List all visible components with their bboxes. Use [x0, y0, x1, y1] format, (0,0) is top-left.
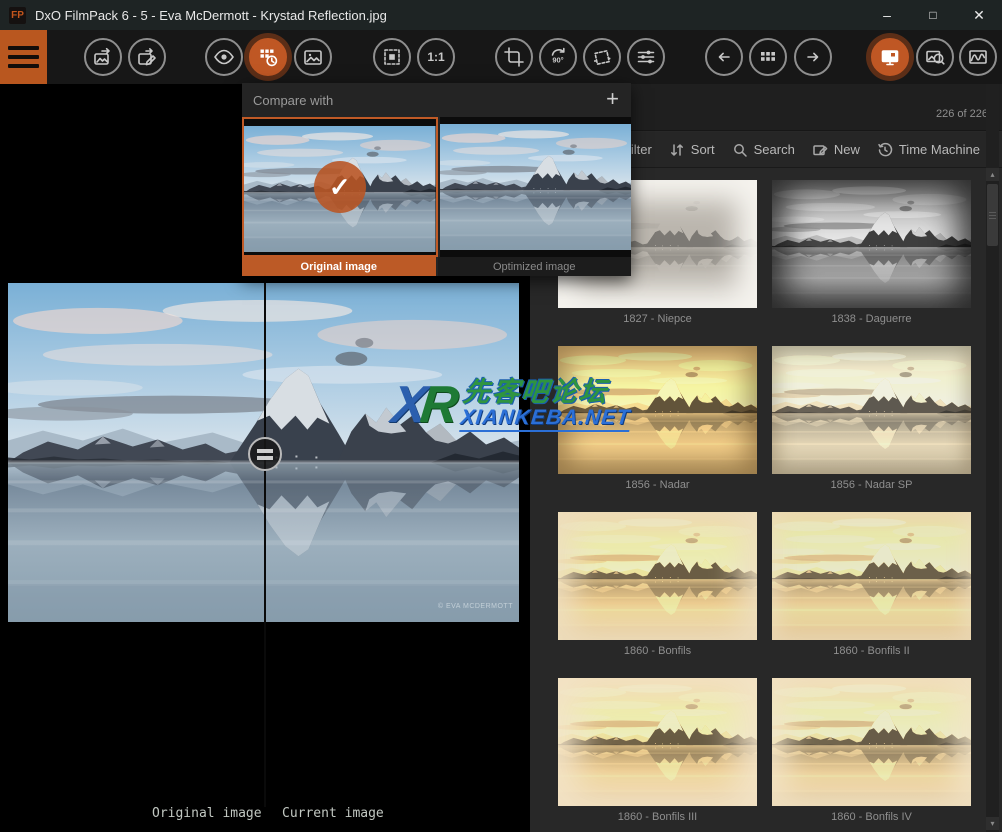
- select-area-icon: [380, 45, 404, 69]
- compare-button[interactable]: [249, 38, 287, 76]
- app-logo-icon: FP: [9, 7, 26, 24]
- preset-label: 1860 - Bonfils: [558, 645, 757, 657]
- main-toolbar: 1:1 90°: [0, 30, 1002, 84]
- sliders-icon: [634, 45, 658, 69]
- title-bar[interactable]: FP DxO FilmPack 6 - 5 - Eva McDermott - …: [0, 0, 1002, 30]
- add-compare-button[interactable]: +: [606, 86, 619, 112]
- app-window: FP DxO FilmPack 6 - 5 - Eva McDermott - …: [0, 0, 1002, 832]
- export-edit-icon: [135, 45, 159, 69]
- browser-scrollbar[interactable]: ▴ ▾: [986, 84, 999, 832]
- rotate-button[interactable]: 90°: [539, 38, 577, 76]
- scrollbar-thumb[interactable]: [987, 184, 998, 246]
- compare-item-optimized[interactable]: [440, 117, 632, 257]
- crop-icon: [502, 45, 526, 69]
- original-image-label: Original image: [152, 806, 262, 821]
- adjustments-button[interactable]: [627, 38, 665, 76]
- time-machine-icon: [877, 142, 893, 158]
- current-image-label: Current image: [282, 806, 384, 821]
- preset-label: 1856 - Nadar: [558, 479, 757, 491]
- browse-grid-button[interactable]: [749, 38, 787, 76]
- preset-item[interactable]: 1860 - Bonfils: [558, 512, 757, 657]
- image-magnifier-icon: [923, 45, 947, 69]
- minimize-button[interactable]: –: [864, 0, 910, 30]
- sort-button[interactable]: Sort: [669, 142, 715, 158]
- time-machine-button[interactable]: Time Machine: [877, 142, 980, 158]
- svg-text:90°: 90°: [552, 56, 563, 65]
- export-button[interactable]: [84, 38, 122, 76]
- show-image-button[interactable]: [294, 38, 332, 76]
- grid-icon: [756, 45, 780, 69]
- preset-item[interactable]: 1860 - Bonfils III: [558, 678, 757, 823]
- compare-history-icon: [256, 45, 280, 69]
- compare-panel-title: Compare with: [253, 93, 333, 108]
- fit-view-button[interactable]: [373, 38, 411, 76]
- compare-item-original[interactable]: ✓: [242, 117, 438, 257]
- maximize-button[interactable]: □: [910, 0, 956, 30]
- preset-item[interactable]: 1856 - Nadar SP: [772, 346, 971, 491]
- display-mode-button[interactable]: [871, 38, 909, 76]
- split-handle[interactable]: [248, 437, 282, 471]
- perspective-button[interactable]: [583, 38, 621, 76]
- next-image-button[interactable]: [794, 38, 832, 76]
- photo-copyright: © EVA MCDERMOTT: [438, 603, 513, 610]
- scroll-down-icon[interactable]: ▾: [986, 817, 999, 830]
- preview-button[interactable]: [205, 38, 243, 76]
- zoom-1to1-button[interactable]: 1:1: [417, 38, 455, 76]
- new-preset-button[interactable]: New: [812, 142, 860, 158]
- curve-icon: [966, 45, 990, 69]
- close-button[interactable]: ✕: [956, 0, 1002, 30]
- loupe-button[interactable]: [916, 38, 954, 76]
- export-edit-button[interactable]: [128, 38, 166, 76]
- preset-label: 1856 - Nadar SP: [772, 479, 971, 491]
- perspective-icon: [590, 45, 614, 69]
- preset-label: 1860 - Bonfils IV: [772, 811, 971, 823]
- image-icon: [301, 45, 325, 69]
- histogram-button[interactable]: [959, 38, 997, 76]
- window-title: DxO FilmPack 6 - 5 - Eva McDermott - Kry…: [35, 8, 387, 23]
- compare-panel: Compare with + ✓ Original image Optimize…: [242, 83, 631, 276]
- rotate-90-icon: 90°: [546, 45, 570, 69]
- new-image-icon: [812, 142, 828, 158]
- preset-grid: 1827 - Niepce 1838 - Daguerre 1856 - Nad…: [558, 180, 1002, 823]
- arrow-left-icon: [712, 45, 736, 69]
- eye-icon: [212, 45, 236, 69]
- sort-arrows-icon: [669, 142, 685, 158]
- preset-label: 1838 - Daguerre: [772, 313, 971, 325]
- preset-item[interactable]: 1860 - Bonfils IV: [772, 678, 971, 823]
- selected-check-icon: ✓: [314, 161, 366, 213]
- monitor-icon: [878, 45, 902, 69]
- previous-image-button[interactable]: [705, 38, 743, 76]
- preset-label: 1860 - Bonfils III: [558, 811, 757, 823]
- search-button[interactable]: Search: [732, 142, 795, 158]
- preset-count: 226 of 226: [936, 108, 988, 120]
- scroll-up-icon[interactable]: ▴: [986, 168, 999, 181]
- preset-label: 1827 - Niepce: [558, 313, 757, 325]
- preset-item[interactable]: 1838 - Daguerre: [772, 180, 971, 325]
- preset-item[interactable]: 1856 - Nadar: [558, 346, 757, 491]
- preset-item[interactable]: 1860 - Bonfils II: [772, 512, 971, 657]
- compare-label-optimized[interactable]: Optimized image: [438, 257, 632, 276]
- export-icon: [91, 45, 115, 69]
- menu-button[interactable]: [0, 30, 47, 84]
- preset-label: 1860 - Bonfils II: [772, 645, 971, 657]
- compare-label-original[interactable]: Original image: [242, 257, 436, 276]
- search-icon: [732, 142, 748, 158]
- split-divider[interactable]: [264, 283, 266, 807]
- arrow-right-icon: [801, 45, 825, 69]
- crop-button[interactable]: [495, 38, 533, 76]
